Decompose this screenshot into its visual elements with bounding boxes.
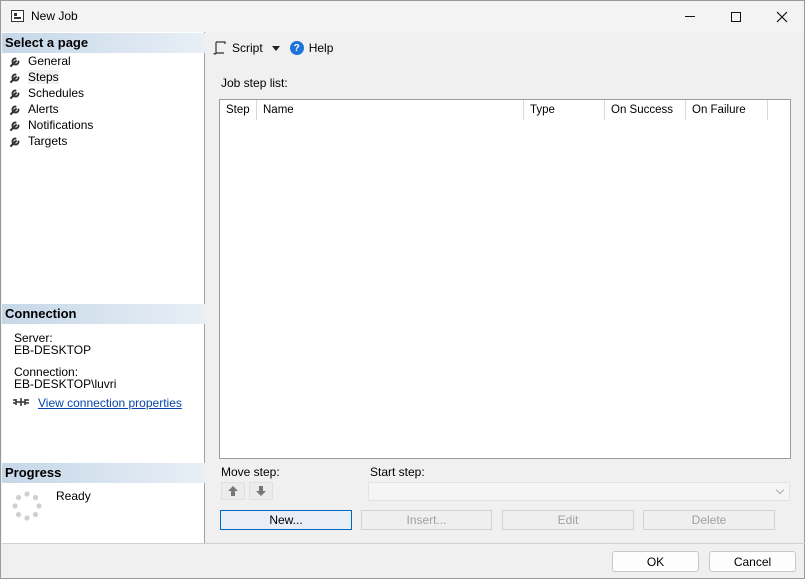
wrench-icon [9,135,22,148]
move-step-label: Move step: [221,465,280,479]
wrench-icon [9,71,22,84]
column-name[interactable]: Name [257,100,524,120]
start-step-select[interactable] [368,482,790,501]
page-item-label: Steps [28,70,59,84]
new-button[interactable]: New... [220,510,352,530]
page-item-label: Notifications [28,118,94,132]
maximize-icon [731,11,741,22]
server-value: EB-DESKTOP [14,343,92,357]
wrench-icon [9,119,22,132]
arrow-up-icon [228,486,238,496]
column-type[interactable]: Type [524,100,605,120]
progress-spinner-icon [12,491,42,521]
script-label: Script [232,41,263,55]
progress-status: Ready [56,489,91,503]
column-on-failure[interactable]: On Failure [686,100,768,120]
wrench-icon [9,55,22,68]
page-item-notifications[interactable]: Notifications [2,117,205,133]
left-pane: Select a page General Steps Schedules Al… [2,32,205,543]
progress-header: Progress [2,463,205,483]
window-title: New Job [31,9,78,23]
connection-value: EB-DESKTOP\luvri [14,377,117,391]
job-step-list-label: Job step list: [221,76,288,90]
column-on-success[interactable]: On Success [605,100,686,120]
insert-button[interactable]: Insert... [361,510,492,530]
select-page-header: Select a page [2,33,205,53]
page-item-targets[interactable]: Targets [2,133,205,149]
app-icon [11,10,24,22]
chevron-down-icon[interactable] [271,45,280,51]
column-step[interactable]: Step [220,100,257,120]
wrench-icon [9,87,22,100]
page-item-alerts[interactable]: Alerts [2,101,205,117]
close-icon [776,11,788,22]
page-item-schedules[interactable]: Schedules [2,85,205,101]
toolbar: Script ? Help [213,41,343,55]
job-step-grid[interactable]: Step Name Type On Success On Failure [219,99,791,459]
connection-plug-icon [13,398,29,406]
arrow-down-icon [256,486,266,496]
page-item-label: Targets [28,134,68,148]
wrench-icon [9,103,22,116]
start-step-label: Start step: [370,465,425,479]
help-icon: ? [289,41,304,55]
page-item-label: General [28,54,71,68]
page-item-steps[interactable]: Steps [2,69,205,85]
connection-header: Connection [2,304,205,324]
new-job-dialog: New Job Select a page General Steps Sche… [0,0,805,579]
title-bar: New Job [1,1,804,32]
script-icon [213,41,226,55]
minimize-icon [685,16,695,17]
page-item-general[interactable]: General [2,53,205,69]
move-down-button[interactable] [249,482,273,500]
edit-button[interactable]: Edit [502,510,634,530]
footer-divider [2,543,805,544]
script-button[interactable]: Script [213,41,280,55]
chevron-down-icon [775,485,785,495]
move-up-button[interactable] [221,482,245,500]
page-item-label: Schedules [28,86,85,100]
page-list: General Steps Schedules Alerts Notificat… [2,53,205,149]
view-connection-properties[interactable]: View connection properties [12,396,182,410]
cancel-button[interactable]: Cancel [709,551,796,572]
minimize-button[interactable] [667,1,713,32]
help-button[interactable]: ? Help [289,41,334,55]
maximize-button[interactable] [713,1,759,32]
help-label: Help [308,41,334,55]
view-connection-link[interactable]: View connection properties [38,396,182,410]
page-item-label: Alerts [28,102,59,116]
grid-header: Step Name Type On Success On Failure [220,100,790,120]
delete-button[interactable]: Delete [643,510,775,530]
close-button[interactable] [759,1,805,32]
ok-button[interactable]: OK [612,551,699,572]
